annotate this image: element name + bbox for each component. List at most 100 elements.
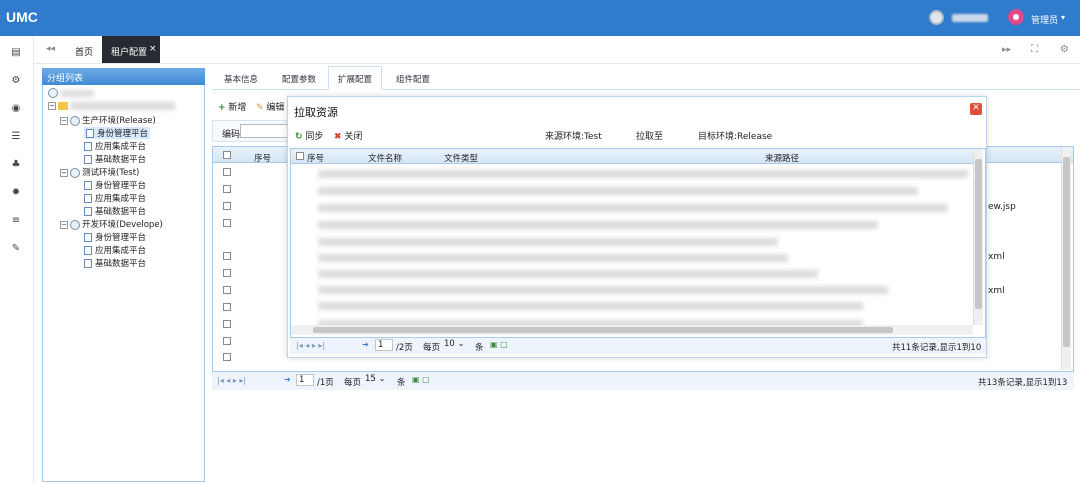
fullscreen-icon[interactable]: ⛶ (1031, 44, 1038, 55)
tree-leaf-develop-identity[interactable]: 身份管理平台 (84, 231, 146, 243)
go-icon[interactable]: ➔ (284, 375, 291, 384)
per-page-select[interactable]: 15 ⌄ (363, 374, 393, 386)
dialog-horizontal-scrollbar[interactable] (291, 325, 973, 335)
location-pin-icon (1008, 9, 1024, 25)
menu-icon[interactable]: ≡ (8, 213, 24, 229)
close-icon[interactable]: × (149, 44, 157, 54)
dialog-col-file-name: 文件名称 (368, 154, 403, 164)
tree-root-user[interactable] (48, 88, 94, 99)
dialog-select-all-checkbox[interactable] (296, 152, 304, 160)
dialog-pager-summary: 共11条记录,显示1到10 (892, 343, 982, 353)
user-role-label[interactable]: 管理员 (1031, 13, 1058, 26)
tab-basic-info[interactable]: 基本信息 (224, 73, 258, 85)
path-fragment: ew.jsp (988, 202, 1016, 212)
file-icon (84, 181, 92, 190)
sync-button[interactable]: ↻ 同步 (295, 129, 323, 142)
tree-env-test[interactable]: − 测试环境(Test) (60, 166, 139, 178)
list-icon[interactable]: ☰ (8, 129, 24, 145)
row-checkbox[interactable] (223, 303, 231, 311)
file-icon (84, 207, 92, 216)
row-checkbox[interactable] (223, 353, 231, 361)
settings-icon[interactable]: ⚙ (1060, 44, 1069, 55)
edit-button[interactable]: ✎ 编辑 (256, 100, 284, 113)
file-icon (84, 142, 92, 151)
export-excel-icon[interactable]: ▣ ▢ (412, 375, 430, 384)
dialog-col-index: 序号 (307, 154, 325, 164)
tree-leaf-develop-basedata[interactable]: 基础数据平台 (84, 257, 146, 269)
tab-component-config[interactable]: 组件配置 (396, 73, 430, 85)
first-page-icon[interactable]: |◂ ◂ ▸ ▸| (217, 376, 246, 385)
dialog-grid-scrollbar[interactable] (973, 149, 983, 325)
environment-icon (70, 167, 80, 178)
dialog-col-source-path: 来源路径 (765, 154, 800, 164)
dialog-go-icon[interactable]: ➔ (362, 340, 369, 349)
scroll-left-icon[interactable]: ◂◂ (46, 44, 55, 54)
tree-leaf-develop-integration[interactable]: 应用集成平台 (84, 244, 146, 256)
tab-extend-config[interactable]: 扩展配置 (338, 73, 372, 85)
eye-icon[interactable]: ◉ (8, 101, 24, 117)
row-checkbox[interactable] (223, 337, 231, 345)
dialog-close-icon[interactable]: ✕ (970, 103, 982, 115)
tab-home[interactable]: 首页 (75, 45, 93, 58)
code-input[interactable] (240, 124, 288, 138)
top-bar (0, 0, 1080, 36)
user-name-redacted (952, 14, 988, 22)
redacted-row (318, 238, 778, 246)
main-grid-scrollbar[interactable] (1061, 147, 1071, 370)
dialog-page-number-input[interactable]: 1 (375, 339, 393, 351)
path-fragment: xml (988, 286, 1005, 296)
row-checkbox[interactable] (223, 269, 231, 277)
page-number-input[interactable]: 1 (296, 374, 314, 386)
dialog-first-page-icon[interactable]: |◂ ◂ ▸ ▸| (296, 341, 325, 350)
dialog-per-page-select[interactable]: 10 ⌄ (442, 339, 472, 351)
tree-leaf-release-integration[interactable]: 应用集成平台 (84, 140, 146, 152)
tree-env-develop[interactable]: − 开发环境(Develope) (60, 218, 163, 230)
tree-leaf-release-identity[interactable]: 身份管理平台 (84, 127, 151, 139)
row-checkbox[interactable] (223, 168, 231, 176)
source-env-label: 来源环境:Test (545, 132, 602, 142)
main-pager (212, 371, 1074, 390)
folder-icon (58, 101, 68, 110)
chevron-down-icon[interactable]: ▾ (1061, 13, 1065, 22)
path-fragment: xml (988, 252, 1005, 262)
redacted-row (318, 221, 878, 229)
gears-icon[interactable]: ⚙ (8, 73, 24, 89)
select-all-checkbox[interactable] (223, 151, 231, 159)
file-icon (84, 259, 92, 268)
tree-leaf-test-integration[interactable]: 应用集成平台 (84, 192, 146, 204)
row-checkbox[interactable] (223, 202, 231, 210)
tree-leaf-release-basedata[interactable]: 基础数据平台 (84, 153, 146, 165)
dialog-export-excel-icon[interactable]: ▣ ▢ (490, 340, 508, 349)
code-label: 编码 (222, 130, 241, 140)
add-button[interactable]: + 新增 (218, 100, 246, 113)
row-checkbox[interactable] (223, 185, 231, 193)
per-page-unit: 条 (397, 378, 406, 388)
per-page-label: 每页 (344, 378, 362, 388)
tree-leaf-test-basedata[interactable]: 基础数据平台 (84, 205, 146, 217)
dialog-col-file-type: 文件类型 (444, 154, 479, 164)
tree-node-tenant[interactable]: − (48, 101, 175, 111)
pull-to-label: 拉取至 (636, 132, 664, 142)
tree-leaf-test-identity[interactable]: 身份管理平台 (84, 179, 146, 191)
tab-config-params[interactable]: 配置参数 (282, 73, 316, 85)
user-avatar[interactable] (929, 10, 944, 25)
sitemap-icon[interactable]: ♣ (8, 157, 24, 173)
close-button[interactable]: ✖ 关闭 (334, 129, 362, 142)
tree-env-release[interactable]: − 生产环境(Release) (60, 114, 156, 126)
wrench-icon[interactable]: ✎ (8, 241, 24, 257)
row-checkbox[interactable] (223, 252, 231, 260)
side-rail: ▤ ⚙ ◉ ☰ ♣ ✹ ≡ ✎ (0, 36, 34, 482)
app-logo: UMC (6, 9, 38, 25)
dialog-pager (290, 337, 986, 354)
scroll-right-icon[interactable]: ▸▸ (1002, 45, 1011, 55)
gear-icon[interactable]: ✹ (8, 185, 24, 201)
row-checkbox[interactable] (223, 219, 231, 227)
file-icon (84, 194, 92, 203)
row-checkbox[interactable] (223, 286, 231, 294)
redacted-row (318, 270, 818, 278)
redacted-row (318, 302, 863, 310)
tab-tenant-config[interactable]: 租户配置 × (102, 36, 160, 63)
row-checkbox[interactable] (223, 320, 231, 328)
id-card-icon[interactable]: ▤ (8, 45, 24, 61)
col-index: 序号 (254, 154, 272, 164)
